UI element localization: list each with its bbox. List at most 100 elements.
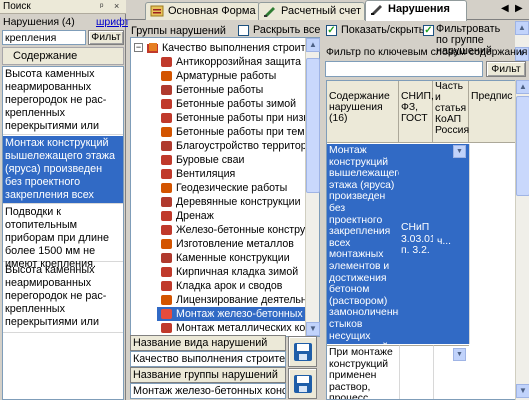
tree-item-label: Благоустройство территор [176,140,307,152]
grid-header-order[interactable]: Предпис [469,81,515,143]
book-icon [161,323,172,333]
filter-by-group-checkbox[interactable]: ✓ [423,25,434,36]
tree-item[interactable]: Вентиляция [157,167,319,181]
book-icon [161,127,172,137]
grid-cell-snip[interactable]: СНиП 3.03.01- п. 3.2. [399,144,433,344]
grid-cell-snip[interactable] [399,345,433,399]
scroll-thumb[interactable] [306,58,320,193]
tree-item-selected[interactable]: Монтаж железо-бетонных к [157,307,319,321]
tree-item[interactable]: Бетонные работы при темпе [157,125,319,139]
tree-item-label: Деревянные конструкции [176,196,301,208]
tree-item-label: Бетонные работы при низких [176,112,320,124]
book-icon [161,211,172,221]
expand-all-checkbox[interactable] [238,25,249,36]
tree-item-label: Железо-бетонные конструк [176,224,310,236]
grid-cell-content[interactable]: Монтаж конструкций вышележащего этажа (я… [327,144,399,344]
violations-grid[interactable]: Содержание нарушения (16) СНИП, ФЗ, ГОСТ… [326,80,516,400]
tab-violations[interactable]: Нарушения [365,0,467,21]
tree-item[interactable]: Благоустройство территор [157,139,319,153]
scroll-up-icon[interactable]: ▲ [515,21,529,35]
tree-item[interactable]: Кирпичная кладка зимой [157,265,319,279]
tree-item-label: Монтаж металлических кон [176,322,312,334]
book-icon [161,99,172,109]
dropdown-arrow-icon[interactable]: ▼ [453,145,466,158]
book-icon [161,113,172,123]
search-results-list[interactable]: Высота каменных неармированных перегород… [2,66,124,400]
tab-account[interactable]: Расчетный счет [258,2,365,20]
tree-item[interactable]: Антикоррозийная защита [157,55,319,69]
list-item[interactable]: Высота каменных неармированных перегород… [3,67,123,135]
tree-item[interactable]: Геодезические работы [157,181,319,195]
search-input[interactable] [2,30,86,45]
tree-item-label: Каменные конструкции [176,252,290,264]
tree-item[interactable]: Изготовление металлов [157,237,319,251]
grid-scrollbar[interactable]: ▲ ▼ [515,80,529,400]
tab-label: Нарушения [388,3,450,15]
book-icon [161,253,172,263]
tree-item[interactable]: Кладка арок и сводов [157,279,319,293]
save-icon [294,343,312,361]
tree-item[interactable]: Бетонные работы [157,83,319,97]
book-icon [161,169,172,179]
content-header-label: Содержание [13,50,78,62]
grid-header-koap[interactable]: Часть и статья КоАП Россия [433,81,469,143]
tree-item-label: Изготовление металлов [176,238,294,250]
tab-main-form[interactable]: Основная Форма [145,2,260,20]
koap-value: ч... [437,236,452,247]
list-item[interactable]: Высота каменных неармированных перегород… [3,263,123,333]
tree-item[interactable]: Буровые сваи [157,153,319,167]
groups-tree[interactable]: − Качество выполнения строитель Антикорр… [130,37,320,337]
scroll-up-icon[interactable]: ▲ [516,80,529,94]
scroll-down-icon[interactable]: ▼ [516,384,529,398]
tree-item-label: Геодезические работы [176,182,288,194]
scroll-down-icon[interactable]: ▼ [306,322,320,336]
tree-item[interactable]: Бетонные работы зимой [157,97,319,111]
close-icon[interactable]: × [114,1,119,11]
collapse-icon[interactable]: − [134,43,143,52]
violations-count-label: Нарушения (4) [3,16,75,28]
tree-item[interactable]: Железо-бетонные конструк [157,223,319,237]
tree-item[interactable]: Каменные конструкции [157,251,319,265]
violations-icon [371,5,382,15]
tab-label: Основная Форма [168,5,256,17]
grid-header-content[interactable]: Содержание нарушения (16) [327,81,399,143]
content-column-header[interactable]: Содержание [2,47,124,65]
grid-cell-order[interactable] [469,144,515,344]
save-group-button[interactable] [288,368,317,399]
tree-scrollbar[interactable]: ▲ ▼ [305,38,320,336]
violation-type-field[interactable]: Качество выполнения строительн [130,351,286,367]
keyword-filter-button[interactable]: Фильт [486,61,526,77]
dropdown-arrow-icon[interactable]: ▼ [453,348,466,361]
tab-scroll-right-icon[interactable]: ▶ [515,3,523,14]
tab-bar: Основная Форма Расчетный счет Нарушения … [127,0,529,21]
scroll-thumb[interactable] [516,96,529,196]
list-item[interactable]: Подводки к отопительным приборам при дли… [3,205,123,270]
show-hide-checkbox[interactable]: ✓ [326,25,337,36]
form-icon [150,5,164,17]
tree-item[interactable]: Деревянные конструкции [157,195,319,209]
save-violation-type-button[interactable] [288,336,317,367]
group-name-field[interactable]: Монтаж железо-бетонных констру [130,383,286,399]
pin-icon[interactable]: ᵖ [100,1,103,11]
tree-item[interactable]: Арматурные работы [157,69,319,83]
groups-label: Группы нарушений [131,25,226,37]
tree-item[interactable]: Дренаж [157,209,319,223]
filter-button[interactable]: Фильт [88,30,124,45]
book-icon [161,141,172,151]
scroll-up-icon[interactable]: ▲ [306,38,320,52]
list-item-selected[interactable]: Монтаж конструкций вышележащего этажа (я… [3,136,123,204]
book-icon [161,85,172,95]
grid-header-snip[interactable]: СНИП, ФЗ, ГОСТ [399,81,434,143]
tree-item[interactable]: Монтаж металлических кон [157,321,319,335]
grid-cell-content[interactable]: При монтаже конструкций применен раствор… [327,345,399,399]
font-link[interactable]: шрифт [96,16,129,28]
search-panel-titlebar: Поиск ᵖ × [0,0,126,14]
grid-cell-koap[interactable]: ч... [433,144,469,344]
tab-scroll-left-icon[interactable]: ◀ [501,3,509,14]
group-name-label: Название группы нарушений [130,367,286,383]
tree-item-label: Бетонные работы зимой [176,98,297,110]
tree-item[interactable]: Лицензирование деятельно [157,293,319,307]
keyword-filter-input[interactable] [325,61,483,77]
book-icon [161,71,172,81]
tree-item[interactable]: Бетонные работы при низких [157,111,320,125]
